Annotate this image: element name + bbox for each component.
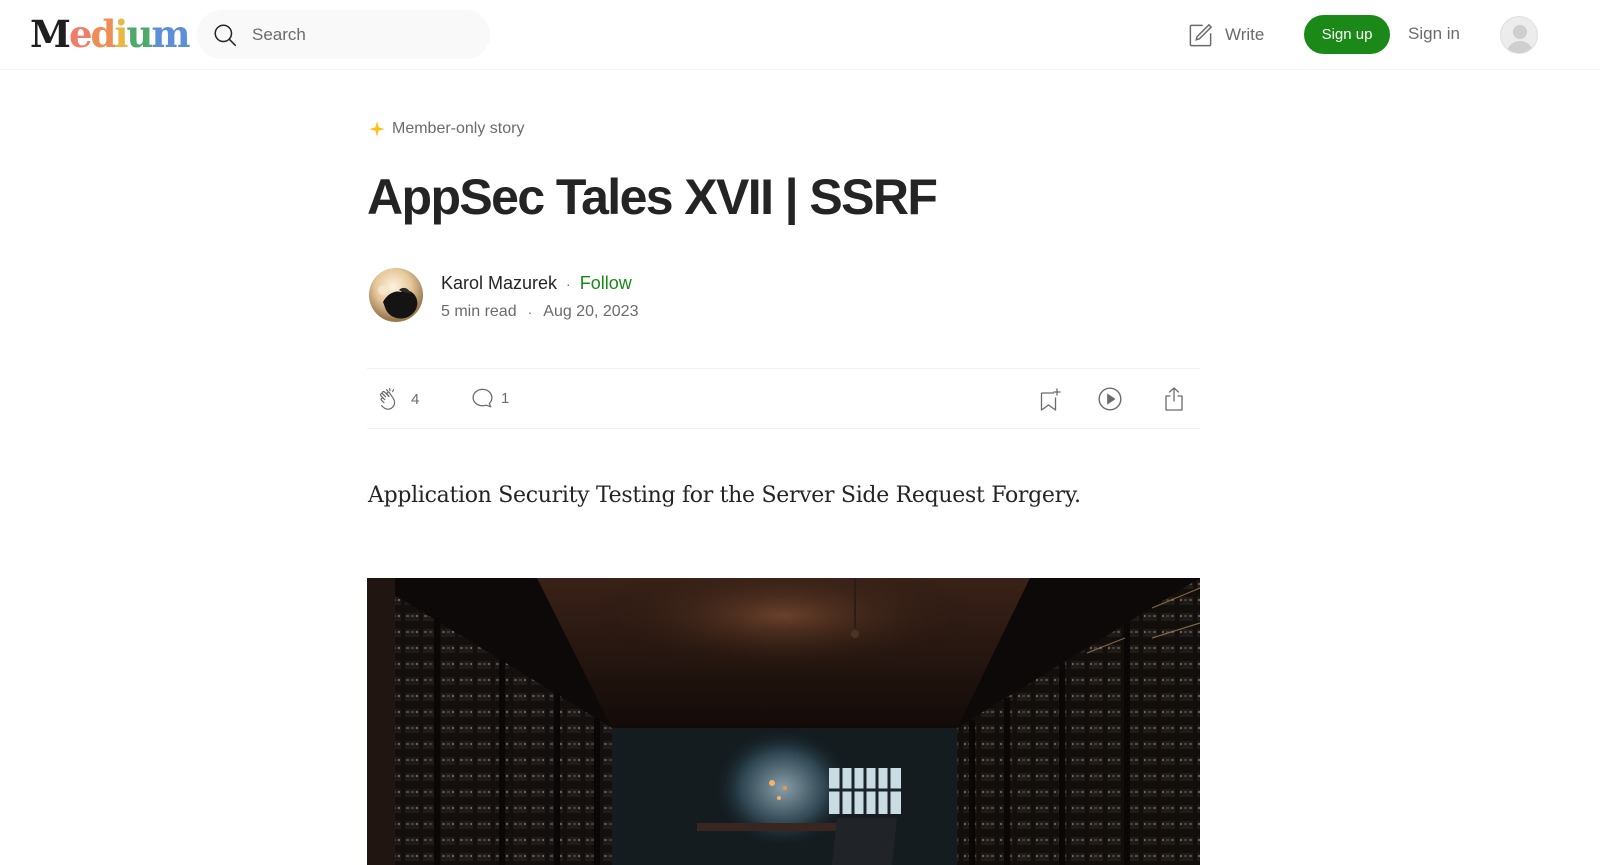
response-count: 1 xyxy=(501,390,510,407)
save-to-list-button[interactable] xyxy=(1037,385,1062,413)
bookmark-add-icon xyxy=(1040,388,1061,411)
sign-up-button[interactable]: Sign up xyxy=(1304,15,1390,54)
clap-button[interactable]: 4 xyxy=(377,386,419,412)
search-input[interactable] xyxy=(252,24,452,45)
author-avatar-image xyxy=(369,268,423,322)
separator-dot: · xyxy=(566,275,571,292)
logo-letter: u xyxy=(126,12,153,56)
logo-letter: i xyxy=(114,12,128,56)
top-navigation-bar: Medium Write Sign up Sign in xyxy=(0,0,1600,70)
article-hero-image xyxy=(367,578,1200,865)
share-icon xyxy=(1165,387,1183,411)
listen-button[interactable] xyxy=(1097,386,1123,412)
member-only-label: Member-only story xyxy=(392,120,525,137)
logo-letter: d xyxy=(90,12,117,56)
author-name-link[interactable]: Karol Mazurek xyxy=(441,273,557,294)
member-only-badge: Member-only story xyxy=(368,120,524,138)
read-time: 5 min read xyxy=(441,303,517,320)
responses-button[interactable]: 1 xyxy=(470,386,509,411)
search-icon xyxy=(214,23,237,46)
article-subtitle: Application Security Testing for the Ser… xyxy=(368,483,1081,508)
medium-logo[interactable]: Medium xyxy=(30,12,191,56)
clap-count: 4 xyxy=(411,390,420,408)
publish-date: Aug 20, 2023 xyxy=(543,303,639,320)
write-button[interactable]: Write xyxy=(1187,20,1264,50)
article-action-bar: 4 1 xyxy=(367,368,1200,429)
follow-button[interactable]: Follow xyxy=(580,273,632,294)
user-avatar-icon xyxy=(1501,17,1537,53)
article-meta: 5 min read · Aug 20, 2023 xyxy=(441,303,638,321)
separator-dot: · xyxy=(527,304,533,320)
response-icon xyxy=(472,388,493,408)
article-title: AppSec Tales XVII | SSRF xyxy=(367,169,938,225)
author-avatar[interactable] xyxy=(369,268,423,322)
author-line: Karol Mazurek · Follow xyxy=(441,273,632,294)
logo-letter: m xyxy=(151,12,190,56)
search-bar[interactable] xyxy=(197,10,490,59)
share-button[interactable] xyxy=(1162,386,1186,412)
listen-play-icon xyxy=(1098,387,1122,411)
write-label: Write xyxy=(1225,25,1265,44)
member-star-icon xyxy=(369,121,385,137)
server-room-image xyxy=(367,578,1200,865)
write-icon xyxy=(1189,23,1213,46)
user-avatar[interactable] xyxy=(1500,16,1538,54)
logo-letter: e xyxy=(68,12,93,56)
sign-in-link[interactable]: Sign in xyxy=(1408,24,1460,44)
logo-letter: M xyxy=(30,12,71,56)
clap-icon xyxy=(379,388,396,410)
